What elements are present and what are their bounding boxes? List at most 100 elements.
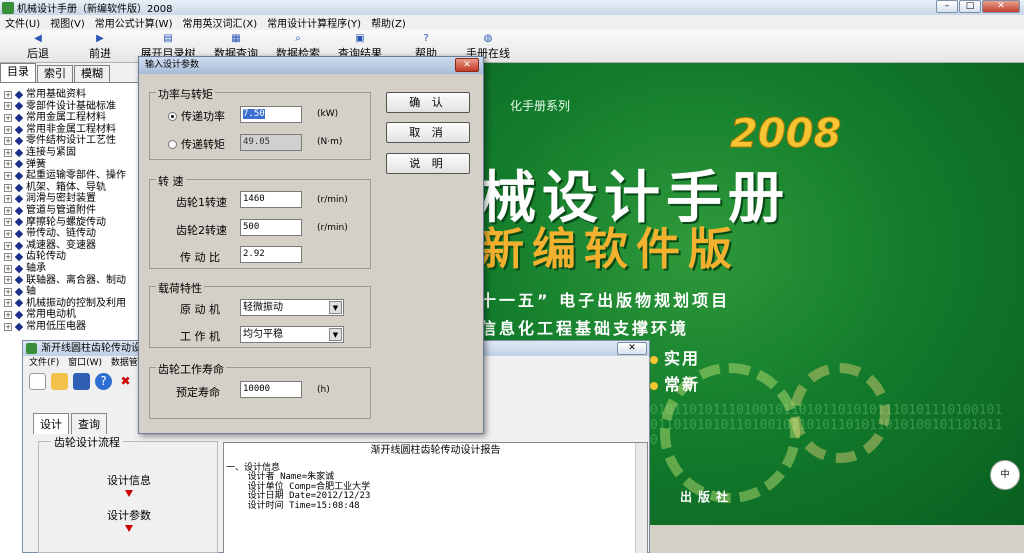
tree-item[interactable]: + 摩擦轮与螺旋传动 xyxy=(4,217,149,229)
tree-item[interactable]: + 起重运输零部件、操作 xyxy=(4,170,149,182)
book-diamond-icon xyxy=(14,276,24,285)
expand-plus-icon[interactable]: + xyxy=(4,160,12,169)
tree-item[interactable]: + 齿轮传动 xyxy=(4,251,149,263)
life-legend: 齿轮工作寿命 xyxy=(156,361,226,377)
expand-plus-icon[interactable]: + xyxy=(4,195,12,204)
life-input[interactable]: 10000 xyxy=(240,381,302,398)
expand-plus-icon[interactable]: + xyxy=(4,311,12,320)
driven-machine-select[interactable]: 均匀平稳 ▼ xyxy=(240,326,344,343)
expand-plus-icon[interactable]: + xyxy=(4,276,12,285)
power-input[interactable]: 7.50 xyxy=(240,106,302,123)
tab-fuzzy[interactable]: 模糊 xyxy=(74,65,110,82)
tree-item[interactable]: + 弹簧 xyxy=(4,159,149,171)
tree-item[interactable]: + 机械振动的控制及利用 xyxy=(4,298,149,310)
tree-item[interactable]: + 常用电动机 xyxy=(4,309,149,321)
ime-indicator[interactable]: 中 xyxy=(990,460,1020,490)
expand-plus-icon[interactable]: + xyxy=(4,125,12,134)
book-diamond-icon xyxy=(14,183,24,192)
tree-item[interactable]: + 轴承 xyxy=(4,263,149,275)
menu-file[interactable]: 文件(U) xyxy=(0,15,45,30)
gear1-speed-input[interactable]: 1460 xyxy=(240,191,302,208)
tree-item[interactable]: + 联轴器、离合器、制动 xyxy=(4,275,149,287)
tree-item-label: 连接与紧固 xyxy=(26,146,76,158)
tree-item[interactable]: + 连接与紧固 xyxy=(4,147,149,159)
menu-help[interactable]: 帮助(Z) xyxy=(366,15,411,30)
menu-formulas[interactable]: 常用公式计算(W) xyxy=(90,15,178,30)
expand-plus-icon[interactable]: + xyxy=(4,287,12,296)
radio-power[interactable]: 传递功率 xyxy=(168,108,225,124)
expand-plus-icon[interactable]: + xyxy=(4,102,12,111)
minimize-button[interactable]: – xyxy=(936,0,958,13)
menu-view[interactable]: 视图(V) xyxy=(45,15,90,30)
expand-plus-icon[interactable]: + xyxy=(4,171,12,180)
open-folder-icon[interactable] xyxy=(51,372,68,390)
expand-plus-icon[interactable]: + xyxy=(4,218,12,227)
tab-contents[interactable]: 目录 xyxy=(0,63,36,82)
tab-design[interactable]: 设计 xyxy=(33,413,69,434)
expand-plus-icon[interactable]: + xyxy=(4,253,12,262)
flow-step-design-info[interactable]: 设计信息 xyxy=(39,472,219,488)
cancel-button[interactable]: 取 消 xyxy=(386,122,470,143)
tree-item[interactable]: + 零件结构设计工艺性 xyxy=(4,135,149,147)
maximize-button[interactable]: □ xyxy=(959,0,981,13)
expand-plus-icon[interactable]: + xyxy=(4,137,12,146)
report-scrollbar[interactable] xyxy=(635,443,647,553)
tree-item[interactable]: + 减速器、变速器 xyxy=(4,240,149,252)
tab-index[interactable]: 索引 xyxy=(37,65,73,82)
new-file-icon[interactable] xyxy=(29,372,46,390)
expand-plus-icon[interactable]: + xyxy=(4,183,12,192)
tree-item[interactable]: + 常用非金属工程材料 xyxy=(4,124,149,136)
forward-button[interactable]: ▶ 前进 xyxy=(70,33,130,61)
torque-input[interactable]: 49.05 xyxy=(240,134,302,151)
gear2-speed-input[interactable]: 500 xyxy=(240,219,302,236)
delete-icon[interactable]: ✖ xyxy=(117,373,134,390)
tree-item[interactable]: + 常用基础资料 xyxy=(4,89,149,101)
expand-plus-icon[interactable]: + xyxy=(4,322,12,331)
expand-plus-icon[interactable]: + xyxy=(4,264,12,273)
design-report[interactable]: 渐开线圆柱齿轮传动设计报告 一、设计信息 设计者 Name=朱家诚 设计单位 C… xyxy=(223,442,648,553)
tree-item[interactable]: + 常用金属工程材料 xyxy=(4,112,149,124)
chevron-down-icon[interactable]: ▼ xyxy=(329,301,342,314)
down-arrow-icon xyxy=(125,490,133,497)
contents-tree: + 常用基础资料 + 零部件设计基础标准 + 常用金属工程材料 + 常用非金属工程材料 + 零件结… xyxy=(0,83,149,332)
globe-icon: ◍ xyxy=(483,33,493,44)
tree-item[interactable]: + 轴 xyxy=(4,286,149,298)
dialog-close-button[interactable]: ✕ xyxy=(455,58,479,72)
child-menu-file[interactable]: 文件(F) xyxy=(29,358,59,368)
tree-item[interactable]: + 常用低压电器 xyxy=(4,321,149,333)
series-label: 化手册系列 xyxy=(510,99,571,113)
expand-plus-icon[interactable]: + xyxy=(4,229,12,238)
save-icon[interactable] xyxy=(73,372,90,390)
ok-button[interactable]: 确 认 xyxy=(386,92,470,113)
gear2-speed-label: 齿轮2转速 xyxy=(176,224,227,237)
tree-item[interactable]: + 零部件设计基础标准 xyxy=(4,101,149,113)
expand-plus-icon[interactable]: + xyxy=(4,299,12,308)
explain-button[interactable]: 说 明 xyxy=(386,153,470,174)
child-menu-data[interactable]: 数据管 xyxy=(111,358,138,368)
expand-plus-icon[interactable]: + xyxy=(4,148,12,157)
expand-plus-icon[interactable]: + xyxy=(4,90,12,99)
flow-step-design-params[interactable]: 设计参数 xyxy=(39,507,219,523)
splash-line-1: 十一五” 电子出版物规划项目 xyxy=(480,291,731,310)
child-menu-window[interactable]: 窗口(W) xyxy=(68,358,102,368)
chevron-down-icon[interactable]: ▼ xyxy=(329,328,342,341)
expand-plus-icon[interactable]: + xyxy=(4,241,12,250)
radio-torque[interactable]: 传递转矩 xyxy=(168,136,225,152)
help-circle-icon[interactable]: ? xyxy=(95,372,112,390)
menu-programs[interactable]: 常用设计计算程序(Y) xyxy=(262,15,366,30)
back-button[interactable]: ◀ 后退 xyxy=(8,33,68,61)
child-close-button[interactable]: ✕ xyxy=(617,342,647,355)
close-button[interactable]: ✕ xyxy=(982,0,1020,13)
ratio-input[interactable]: 2.92 xyxy=(240,246,302,263)
tree-item-label: 轴 xyxy=(26,286,36,298)
tab-query[interactable]: 查询 xyxy=(71,413,107,434)
expand-plus-icon[interactable]: + xyxy=(4,206,12,215)
tree-item[interactable]: + 带传动、链传动 xyxy=(4,228,149,240)
prime-mover-select[interactable]: 轻微振动 ▼ xyxy=(240,299,344,316)
menu-glossary[interactable]: 常用英汉词汇(X) xyxy=(177,15,262,30)
tree-item[interactable]: + 机架、箱体、导轨 xyxy=(4,182,149,194)
tree-item[interactable]: + 润滑与密封装置 xyxy=(4,193,149,205)
expand-plus-icon[interactable]: + xyxy=(4,113,12,122)
tree-item[interactable]: + 管道与管道附件 xyxy=(4,205,149,217)
gear1-speed-unit: (r/min) xyxy=(317,195,348,205)
